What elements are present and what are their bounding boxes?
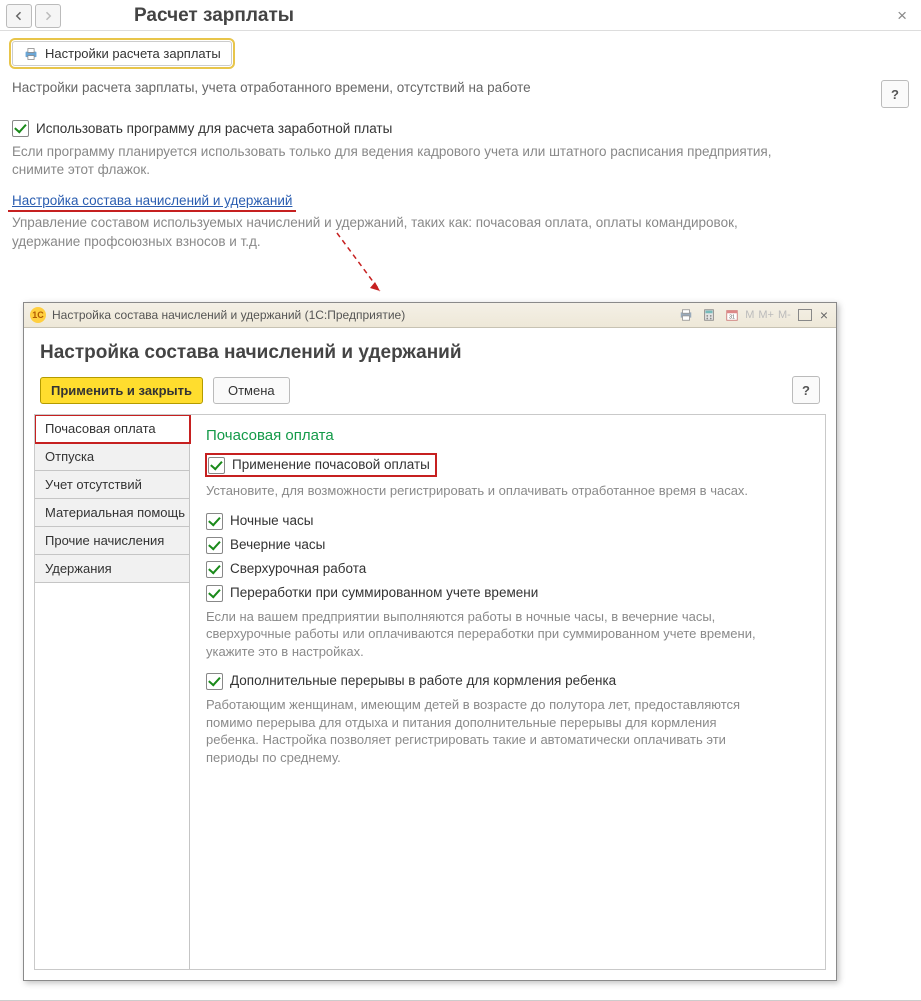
overtime-checkbox[interactable] [206, 561, 223, 578]
window-restore-icon[interactable] [794, 305, 816, 325]
settings-print-label: Настройки расчета зарплаты [45, 46, 221, 61]
dialog-close-icon[interactable]: × [816, 307, 832, 323]
calculator-icon[interactable] [698, 305, 720, 325]
tab-other-accruals[interactable]: Прочие начисления [35, 527, 190, 555]
tab-hourly-pay[interactable]: Почасовая оплата [35, 415, 190, 443]
use-program-checkbox[interactable] [12, 120, 29, 137]
overtime-label: Сверхурочная работа [230, 560, 366, 578]
hourly-pay-label: Применение почасовой оплаты [232, 456, 430, 474]
dialog-title: Настройка состава начислений и удержаний… [52, 308, 674, 322]
summarized-overtime-checkbox[interactable] [206, 585, 223, 602]
dialog-heading: Настройка состава начислений и удержаний [24, 328, 836, 370]
tab-vacation[interactable]: Отпуска [35, 443, 190, 471]
app-1c-icon: 1C [30, 307, 46, 323]
close-icon[interactable]: × [897, 6, 907, 26]
feeding-breaks-checkbox[interactable] [206, 673, 223, 690]
svg-text:31: 31 [729, 315, 735, 321]
page-title: Расчет зарплаты [134, 5, 294, 27]
nav-forward-button[interactable] [35, 4, 61, 28]
cancel-button[interactable]: Отмена [213, 377, 290, 404]
use-program-hint: Если программу планируется использовать … [0, 139, 784, 189]
dialog-tab-list: Почасовая оплата Отпуска Учет отсутствий… [35, 415, 190, 969]
composition-link[interactable]: Настройка состава начислений и удержаний [12, 193, 292, 208]
tab-absence[interactable]: Учет отсутствий [35, 471, 190, 499]
summarized-overtime-label: Переработки при суммированном учете врем… [230, 584, 538, 602]
night-hours-label: Ночные часы [230, 512, 313, 530]
dialog-help-button[interactable]: ? [792, 376, 820, 404]
feeding-breaks-desc: Работающим женщинам, имеющим детей в воз… [206, 696, 766, 766]
memory-mplus-button[interactable]: M+ [756, 309, 776, 321]
tab-material-aid[interactable]: Материальная помощь [35, 499, 190, 527]
nav-back-button[interactable] [6, 4, 32, 28]
intro-text: Настройки расчета зарплаты, учета отрабо… [12, 80, 871, 95]
use-program-label: Использовать программу для расчета зараб… [36, 121, 392, 136]
calendar-icon[interactable]: 31 [721, 305, 743, 325]
hourly-pay-checkbox[interactable] [208, 457, 225, 474]
printer-icon [23, 47, 39, 61]
composition-dialog: 1C Настройка состава начислений и удержа… [23, 302, 837, 981]
feeding-breaks-label: Дополнительные перерывы в работе для кор… [230, 672, 616, 690]
section-title: Почасовая оплата [206, 427, 809, 444]
hourly-pay-desc: Установите, для возможности регистрирова… [206, 482, 766, 500]
tab-deductions[interactable]: Удержания [35, 555, 190, 583]
help-button[interactable]: ? [881, 80, 909, 108]
overtime-desc: Если на вашем предприятии выполняются ра… [206, 608, 766, 661]
evening-hours-label: Вечерние часы [230, 536, 325, 554]
composition-link-hint: Управление составом используемых начисле… [0, 208, 784, 260]
evening-hours-checkbox[interactable] [206, 537, 223, 554]
settings-print-button[interactable]: Настройки расчета зарплаты [12, 41, 232, 66]
apply-close-button[interactable]: Применить и закрыть [40, 377, 203, 404]
print-icon[interactable] [675, 305, 697, 325]
night-hours-checkbox[interactable] [206, 513, 223, 530]
memory-m-button[interactable]: M [743, 309, 756, 321]
memory-mminus-button[interactable]: M- [776, 309, 793, 321]
